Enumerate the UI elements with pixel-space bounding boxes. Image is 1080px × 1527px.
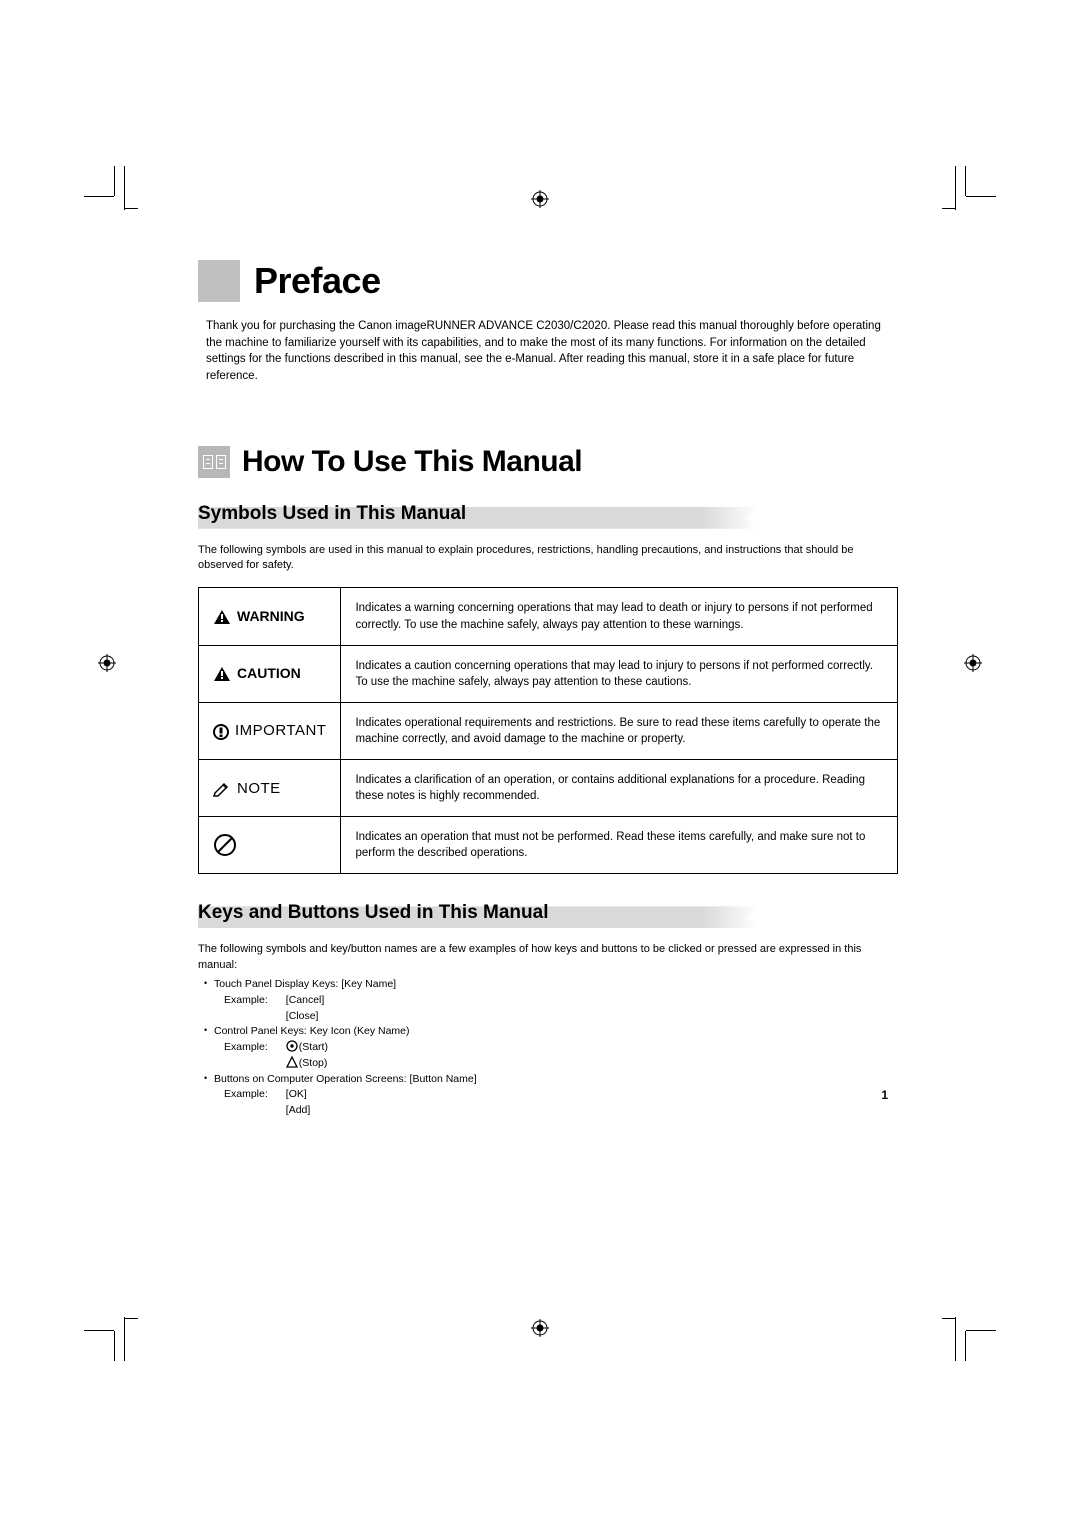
prohibit-text: Indicates an operation that must not be … <box>341 817 898 874</box>
registration-mark-icon <box>964 654 982 672</box>
note-text: Indicates a clarification of an operatio… <box>341 760 898 817</box>
keys-lead: The following symbols and key/button nam… <box>198 942 898 973</box>
caution-text: Indicates a caution concerning operation… <box>341 645 898 702</box>
crop-mark <box>84 1330 114 1331</box>
table-row: CAUTION Indicates a caution concerning o… <box>199 645 898 702</box>
caution-label: CAUTION <box>237 665 301 681</box>
warning-label: WARNING <box>237 608 305 624</box>
crop-mark <box>966 1330 996 1331</box>
touch-ex2: [Close] <box>286 1009 325 1025</box>
control-ex2-row: (Stop) <box>286 1056 328 1072</box>
crop-mark <box>124 166 125 210</box>
important-text: Indicates operational requirements and r… <box>341 702 898 759</box>
crop-mark <box>114 1331 115 1361</box>
touch-keys-title: Touch Panel Display Keys: [Key Name] <box>214 978 396 990</box>
important-label-cell: IMPORTANT <box>199 702 341 759</box>
crop-mark <box>955 1317 956 1361</box>
start-key-icon <box>286 1040 298 1052</box>
prohibit-icon <box>213 833 237 857</box>
registration-mark-icon <box>98 654 116 672</box>
registration-mark-icon <box>531 190 549 208</box>
note-label: NOTE <box>237 780 281 797</box>
caution-label-cell: CAUTION <box>199 645 341 702</box>
registration-mark-icon <box>531 1319 549 1337</box>
keys-heading: Keys and Buttons Used in This Manual <box>198 906 898 928</box>
crop-mark <box>124 1317 125 1361</box>
control-ex2: (Stop) <box>299 1057 328 1069</box>
note-icon <box>213 781 231 797</box>
crop-mark <box>84 196 114 197</box>
example-label: Example: <box>224 1087 268 1119</box>
warning-label-cell: WARNING <box>199 588 341 645</box>
touch-ex1: [Cancel] <box>286 993 325 1009</box>
symbols-lead: The following symbols are used in this m… <box>198 543 898 574</box>
preface-intro: Thank you for purchasing the Canon image… <box>206 318 898 385</box>
symbols-heading: Symbols Used in This Manual <box>198 507 898 529</box>
symbols-heading-text: Symbols Used in This Manual <box>198 503 466 525</box>
manual-icon <box>198 446 230 478</box>
howto-heading-row: How To Use This Manual <box>198 445 898 479</box>
crop-mark <box>124 1318 138 1319</box>
list-item: Control Panel Keys: Key Icon (Key Name) … <box>204 1024 898 1071</box>
stop-key-icon <box>286 1056 298 1068</box>
crop-mark <box>942 1318 956 1319</box>
control-keys-title: Control Panel Keys: Key Icon (Key Name) <box>214 1025 410 1037</box>
crop-mark <box>114 166 115 196</box>
control-ex1: (Start) <box>299 1041 328 1053</box>
warning-text: Indicates a warning concerning operation… <box>341 588 898 645</box>
symbols-table: WARNING Indicates a warning concerning o… <box>198 587 898 874</box>
buttons-title: Buttons on Computer Operation Screens: [… <box>214 1073 477 1085</box>
page-number: 1 <box>881 1088 888 1102</box>
control-ex1-row: (Start) <box>286 1040 328 1056</box>
crop-mark <box>965 166 966 196</box>
prohibit-label-cell <box>199 817 341 874</box>
keys-heading-text: Keys and Buttons Used in This Manual <box>198 902 549 924</box>
caution-icon <box>213 666 231 682</box>
important-icon <box>213 724 229 740</box>
table-row: IMPORTANT Indicates operational requirem… <box>199 702 898 759</box>
list-item: Buttons on Computer Operation Screens: [… <box>204 1072 898 1119</box>
example-label: Example: <box>224 1040 268 1072</box>
crop-mark <box>965 1331 966 1361</box>
important-label: IMPORTANT <box>235 722 326 739</box>
crop-mark <box>955 166 956 210</box>
heading-block-icon <box>198 260 240 302</box>
keys-list: Touch Panel Display Keys: [Key Name] Exa… <box>198 977 898 1119</box>
crop-mark <box>124 208 138 209</box>
buttons-ex2: [Add] <box>286 1103 311 1119</box>
preface-title: Preface <box>254 260 381 302</box>
list-item: Touch Panel Display Keys: [Key Name] Exa… <box>204 977 898 1024</box>
preface-heading-row: Preface <box>198 260 898 302</box>
note-label-cell: NOTE <box>199 760 341 817</box>
page-content: Preface Thank you for purchasing the Can… <box>198 260 898 1119</box>
example-label: Example: <box>224 993 268 1025</box>
crop-mark <box>942 208 956 209</box>
warning-icon <box>213 609 231 625</box>
crop-mark <box>966 196 996 197</box>
table-row: Indicates an operation that must not be … <box>199 817 898 874</box>
buttons-ex1: [OK] <box>286 1087 311 1103</box>
howto-title: How To Use This Manual <box>242 445 582 479</box>
table-row: WARNING Indicates a warning concerning o… <box>199 588 898 645</box>
table-row: NOTE Indicates a clarification of an ope… <box>199 760 898 817</box>
